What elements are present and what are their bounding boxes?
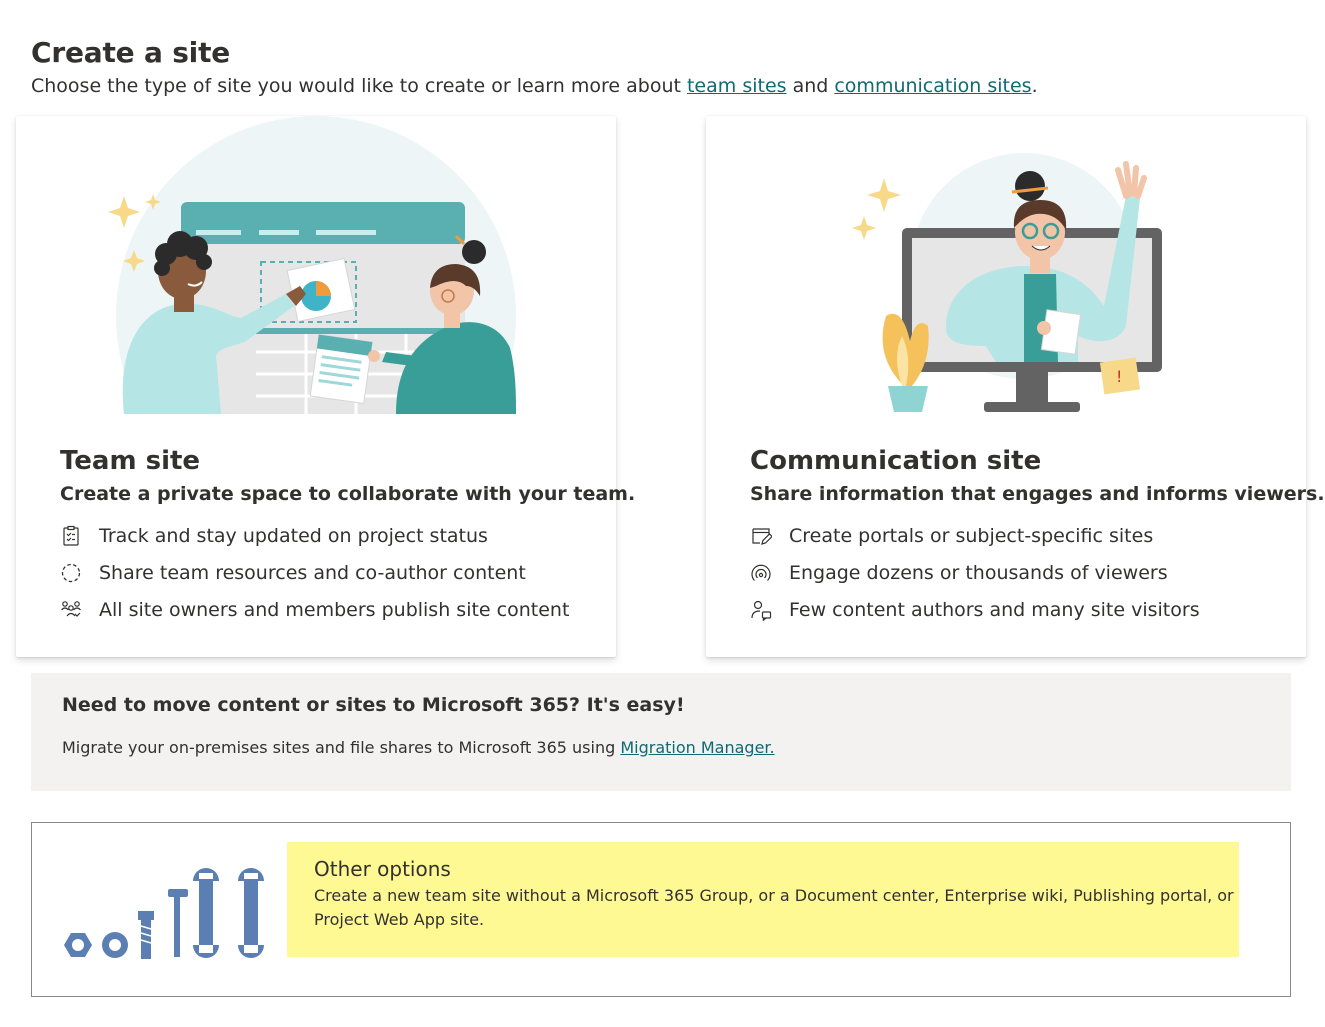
- other-options-description: Create a new team site without a Microso…: [314, 886, 1234, 929]
- team-site-illustration: [16, 116, 616, 426]
- team-feature-item: Share team resources and co-author conte…: [60, 558, 526, 588]
- subtitle-text: Choose the type of site you would like t…: [31, 75, 687, 97]
- broadcast-icon: [750, 562, 772, 584]
- migration-banner: Need to move content or sites to Microso…: [31, 673, 1291, 791]
- communication-feature-text: Few content authors and many site visito…: [789, 599, 1200, 621]
- svg-text:!: !: [1116, 367, 1122, 386]
- communication-site-illustration: !: [852, 153, 1162, 412]
- team-site-title: Team site: [60, 446, 201, 476]
- team-feature-item: All site owners and members publish site…: [60, 595, 569, 625]
- communication-feature-text: Create portals or subject-specific sites: [789, 525, 1154, 547]
- team-feature-text: Track and stay updated on project status: [99, 525, 488, 547]
- communication-feature-item: Create portals or subject-specific sites: [750, 521, 1153, 551]
- tools-icon: [64, 868, 264, 959]
- migration-text-prefix: Migrate your on-premises sites and file …: [62, 738, 621, 757]
- communication-feature-item: Few content authors and many site visito…: [750, 595, 1200, 625]
- communication-site-card[interactable]: ! Communication site Share information t…: [706, 116, 1325, 657]
- migration-title: Need to move content or sites to Microso…: [62, 694, 685, 716]
- page-edit-icon: [750, 525, 772, 547]
- migration-manager-link[interactable]: Migration Manager.: [620, 738, 774, 757]
- team-feature-text: All site owners and members publish site…: [99, 599, 570, 621]
- communication-site-description: Share information that engages and infor…: [750, 483, 1325, 505]
- team-feature-text: Share team resources and co-author conte…: [99, 562, 526, 584]
- person-feedback-icon: [750, 599, 772, 621]
- clipboard-checklist-icon: [60, 525, 82, 547]
- other-options-panel[interactable]: Other options Create a new team site wit…: [31, 822, 1291, 997]
- communication-feature-item: Engage dozens or thousands of viewers: [750, 558, 1168, 588]
- people-group-icon: [60, 599, 82, 621]
- subtitle-and: and: [786, 75, 835, 97]
- communication-sites-link[interactable]: communication sites: [834, 75, 1031, 97]
- other-options-title: Other options: [314, 857, 451, 881]
- subtitle-period: .: [1031, 75, 1038, 97]
- page-title: Create a site: [31, 36, 231, 69]
- team-feature-item: Track and stay updated on project status: [60, 521, 488, 551]
- team-sites-link[interactable]: team sites: [687, 75, 787, 97]
- migration-text: Migrate your on-premises sites and file …: [62, 738, 775, 757]
- communication-feature-text: Engage dozens or thousands of viewers: [789, 562, 1168, 584]
- team-site-card[interactable]: Team site Create a private space to coll…: [16, 116, 635, 657]
- sync-circle-icon: [60, 562, 82, 584]
- other-options-highlight: Other options Create a new team site wit…: [287, 842, 1239, 957]
- team-site-description: Create a private space to collaborate wi…: [60, 483, 636, 505]
- page-subtitle: Choose the type of site you would like t…: [31, 75, 1038, 97]
- communication-site-title: Communication site: [750, 446, 1042, 476]
